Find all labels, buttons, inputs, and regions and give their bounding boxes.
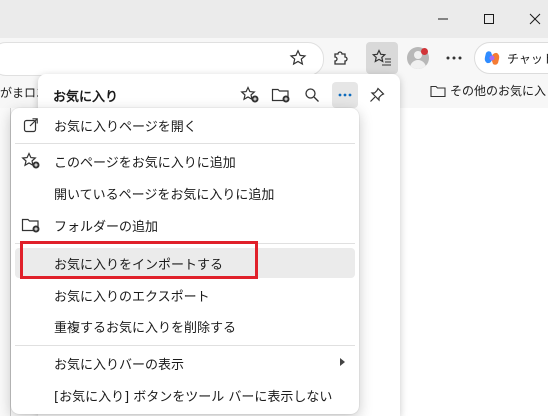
menu-item-open-favorites-page[interactable]: お気に入りページを開く <box>15 110 355 140</box>
menu-separator <box>15 345 355 346</box>
maximize-icon <box>484 14 494 24</box>
pane-add-folder-button[interactable] <box>268 82 294 108</box>
menu-item-add-folder[interactable]: フォルダーの追加 <box>15 210 355 240</box>
menu-item-label: 重複するお気に入りを削除する <box>54 320 237 336</box>
search-icon <box>305 88 319 102</box>
menu-item-hide-favorites-button[interactable]: [お気に入り] ボタンをツール バーに表示しない <box>15 380 355 410</box>
folder-icon <box>430 85 446 97</box>
favorites-button[interactable] <box>366 42 398 74</box>
star-icon <box>289 49 307 66</box>
more-dots-icon <box>446 56 462 60</box>
close-window-button[interactable] <box>512 0 548 38</box>
menu-item-label: お気に入りページを開く <box>54 119 197 135</box>
extensions-button[interactable] <box>324 42 356 74</box>
add-favorite-button[interactable] <box>282 42 314 74</box>
folder-add-icon <box>271 88 290 103</box>
menu-item-remove-duplicates[interactable]: 重複するお気に入りを削除する <box>15 311 355 341</box>
pane-add-favorite-button[interactable] <box>237 82 263 108</box>
pane-search-button[interactable] <box>299 82 325 108</box>
menu-item-label: [お気に入り] ボタンをツール バーに表示しない <box>54 389 333 405</box>
menu-item-label: フォルダーの追加 <box>54 219 159 235</box>
star-add-icon <box>21 152 40 169</box>
menu-item-export-favorites[interactable]: お気に入りのエクスポート <box>15 280 355 310</box>
address-bar[interactable] <box>0 42 324 76</box>
folder-add-icon <box>21 218 40 233</box>
copilot-icon <box>484 51 500 65</box>
menu-item-add-this-page[interactable]: このページをお気に入りに追加 <box>15 146 355 176</box>
notification-dot <box>421 48 428 55</box>
other-favorites-folder[interactable]: その他のお気に入 <box>430 82 546 99</box>
submenu-arrow-icon <box>340 358 345 366</box>
pin-icon <box>370 87 385 102</box>
copilot-chat-button[interactable]: チャット <box>474 42 548 74</box>
favorites-star-list-icon <box>372 49 391 66</box>
other-favorites-label: その他のお気に入 <box>450 84 547 98</box>
profile-button[interactable] <box>402 42 434 74</box>
open-external-icon <box>23 118 38 133</box>
minimize-button[interactable] <box>420 0 466 38</box>
pane-more-options-button[interactable] <box>332 82 358 108</box>
menu-item-label: お気に入りバーの表示 <box>54 357 185 373</box>
menu-item-label: 開いているページをお気に入りに追加 <box>54 187 275 203</box>
menu-item-show-favorites-bar[interactable]: お気に入りバーの表示 <box>15 348 355 378</box>
menu-item-add-open-pages[interactable]: 開いているページをお気に入りに追加 <box>15 178 355 208</box>
menu-item-label: お気に入りのエクスポート <box>54 289 210 305</box>
menu-separator <box>15 143 355 144</box>
puzzle-icon <box>334 51 348 65</box>
star-add-icon <box>240 86 259 103</box>
more-dots-icon <box>338 93 352 97</box>
left-page-frame <box>0 108 11 416</box>
favorites-pane-title: お気に入り <box>53 90 119 105</box>
highlight-annotation-box <box>20 241 258 279</box>
maximize-button[interactable] <box>466 0 512 38</box>
close-icon <box>529 13 541 25</box>
pane-pin-button[interactable] <box>364 82 390 108</box>
minimize-icon <box>438 18 448 20</box>
menu-item-label: このページをお気に入りに追加 <box>54 155 236 171</box>
copilot-label: チャット <box>507 51 548 66</box>
settings-more-button[interactable] <box>438 42 470 74</box>
